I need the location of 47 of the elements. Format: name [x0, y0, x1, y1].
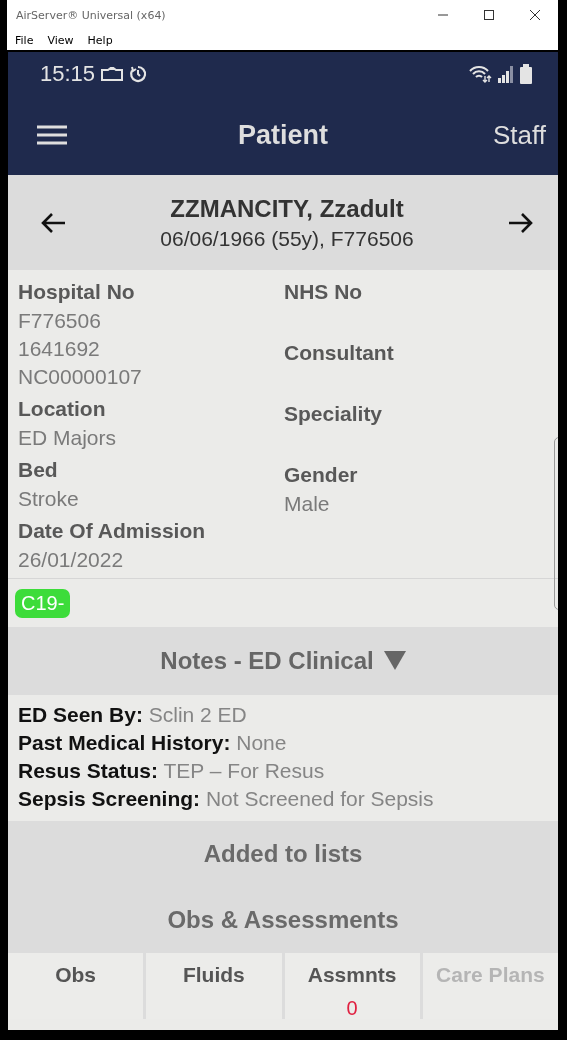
back-arrow-icon[interactable] [40, 211, 66, 234]
section-header[interactable]: Added to lists [8, 821, 558, 887]
menu-item[interactable]: View [47, 33, 74, 47]
forward-arrow-icon[interactable] [508, 211, 534, 234]
field-value: F776506 [18, 308, 102, 334]
field-label: Location [18, 396, 107, 422]
window-title: AirServer® Universal (x64) [15, 8, 167, 22]
assessment-count: 0 [346, 997, 358, 1020]
field-value: NC00000107 [18, 364, 143, 390]
tray-icon [101, 66, 124, 81]
field-value: Male [284, 491, 331, 517]
field-value: Stroke [18, 486, 80, 512]
staff-link[interactable]: Staff [493, 119, 546, 151]
field-value: 1641692 [18, 336, 101, 362]
wifi-icon [468, 64, 492, 83]
field-label: Date Of Admission [18, 518, 207, 544]
notes-title: Notes - ED Clinical [160, 647, 374, 675]
menu-item[interactable]: File [15, 33, 34, 47]
field-label: Hospital No [18, 279, 136, 305]
tab[interactable]: Obs [8, 953, 144, 1019]
tab[interactable]: Assmnts 0 [284, 953, 420, 1019]
note-line: Past Medical History: None [18, 730, 288, 756]
field-label: Consultant [284, 340, 395, 366]
field-value: ED Majors [18, 425, 118, 451]
close-icon [529, 10, 541, 20]
status-tag: C19- [15, 588, 71, 618]
note-line: Resus Status: TEP – For Resus [18, 758, 326, 784]
battery-icon [520, 63, 532, 84]
signal-icon [498, 64, 514, 83]
patient-name: ZZMANCITY, Zzadult [169, 193, 405, 224]
timer-icon [129, 64, 148, 83]
patient-subtitle: 06/06/1966 (55y), F776506 [160, 225, 414, 252]
maximize-icon [483, 10, 495, 20]
field-label: Speciality [284, 401, 384, 427]
notes-header[interactable]: Notes - ED Clinical [8, 627, 558, 695]
tab[interactable]: Fluids [146, 953, 282, 1019]
section-header[interactable]: Obs & Assessments [8, 887, 558, 953]
note-line: ED Seen By: Sclin 2 ED [18, 702, 248, 728]
note-line: Sepsis Screening: Not Screened for Sepsis [18, 786, 435, 812]
menu-icon[interactable] [37, 125, 67, 145]
status-time: 15:15 [40, 60, 96, 87]
field-label: NHS No [284, 279, 364, 305]
menu-item[interactable]: Help [87, 33, 113, 47]
field-value: 26/01/2022 [18, 547, 125, 573]
screen-title: Patient [238, 119, 328, 150]
field-label: Gender [284, 462, 359, 488]
field-label: Bed [18, 457, 59, 483]
